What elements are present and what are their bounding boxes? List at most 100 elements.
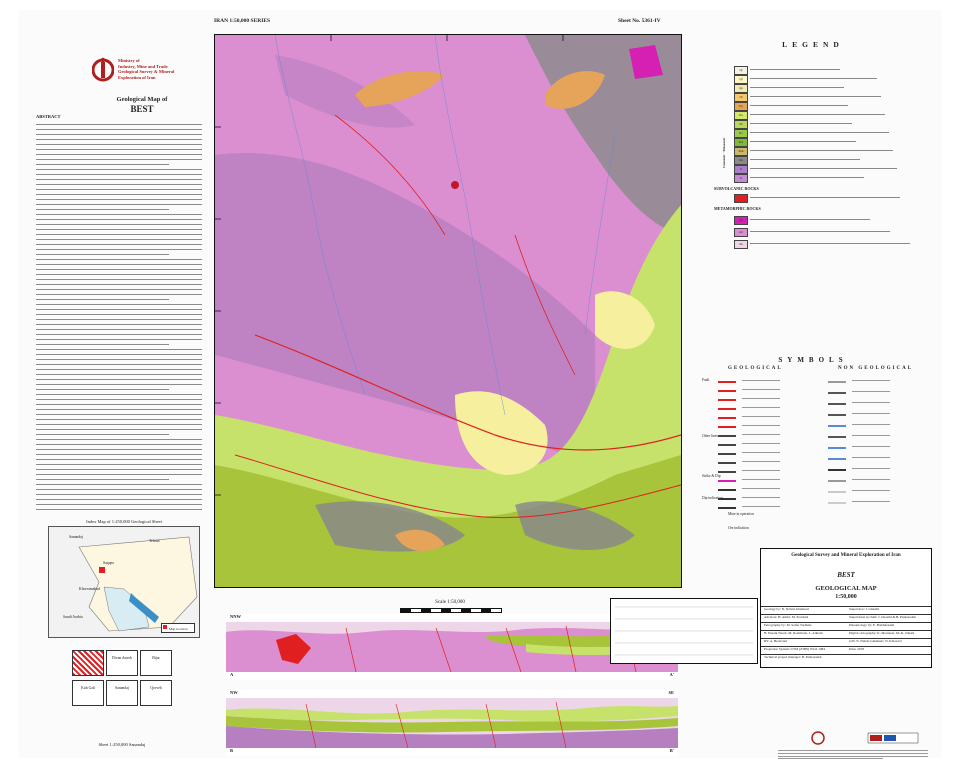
sheet-cell: Bijar	[140, 650, 172, 676]
symbol-desc	[852, 413, 890, 414]
symbol-desc	[852, 402, 890, 403]
section-b-end: B'	[669, 748, 674, 753]
abstract-line	[36, 414, 202, 415]
abstract-line	[36, 419, 202, 420]
gsi-logo-icon	[92, 57, 114, 82]
symbol-line-icon	[718, 444, 736, 446]
cross-section-b: NW SE B B'	[226, 690, 678, 756]
credit-text: Geology by: N. Nabati Ghamsari	[764, 607, 809, 611]
legend-desc	[750, 114, 885, 115]
symbol-desc	[742, 506, 780, 507]
cross-section-b-drawing	[226, 698, 678, 749]
abstract-line	[36, 374, 202, 375]
symbol-desc	[742, 398, 780, 399]
sheet-index-grid: Divan darreh Bijar Kuh Gah Sanandaj Qorv…	[72, 650, 172, 736]
legend-row: Qt	[734, 66, 934, 75]
credit-text: Date: 2018	[849, 647, 864, 651]
abstract-line	[36, 399, 202, 400]
legend: LEGEND Cenozoic · Mesozoic Qt Qf Qa Ol Eg Ks K…	[698, 40, 928, 350]
symbol-desc	[742, 407, 780, 408]
legend-swatch: ms	[734, 240, 748, 249]
symbol-line-icon	[718, 480, 736, 482]
abstract-line	[36, 494, 202, 495]
legend-row: Tr	[734, 174, 934, 183]
symbol-desc	[852, 380, 890, 381]
abstract-line	[36, 359, 202, 360]
symbol-line-icon	[828, 414, 846, 416]
legend-desc	[750, 69, 840, 70]
symbol-line-icon	[828, 502, 846, 504]
symbol-line-icon	[828, 381, 846, 383]
symbols-panel: SYMBOLS GEOLOGICAL NON GEOLOGICAL Fault …	[698, 356, 928, 546]
abstract-line	[36, 379, 202, 380]
left-column: Ministry of Industry, Mine and Trade Geo…	[32, 40, 202, 750]
symbol-line-icon	[718, 408, 736, 410]
legend-swatch: sch	[734, 228, 748, 237]
abstract-line	[36, 259, 202, 260]
abstract-line	[36, 324, 202, 325]
title-block-name: BEST	[837, 571, 855, 579]
abstract-line	[36, 139, 202, 140]
symbol-desc	[742, 479, 780, 480]
symbol-line-icon	[828, 392, 846, 394]
abstract-line	[36, 189, 202, 190]
abstract-line	[36, 344, 169, 345]
subvolcanic-heading: SUBVOLCANIC ROCKS	[714, 186, 759, 191]
abstract-line	[36, 204, 202, 205]
abstract-line	[36, 319, 202, 320]
legend-row: Eg	[734, 102, 934, 111]
index-place: Tehran	[149, 539, 160, 543]
abstract-line	[36, 279, 202, 280]
abstract-line	[36, 164, 169, 165]
abstract-line	[36, 129, 202, 130]
abstract-line	[36, 304, 202, 305]
symbol-line-icon	[718, 453, 736, 455]
legend-row: sch	[734, 228, 934, 237]
symbol-desc	[852, 424, 890, 425]
abstract-line	[36, 199, 202, 200]
legend-swatch: Kv	[734, 129, 748, 138]
other-lines-label: Other lines	[702, 434, 718, 438]
geological-map[interactable]	[214, 34, 682, 588]
abstract-line	[36, 269, 202, 270]
symbol-desc	[852, 435, 890, 436]
symbol-desc	[742, 389, 780, 390]
abstract-line	[36, 309, 202, 310]
map-sheet: Ministry of Industry, Mine and Trade Geo…	[18, 10, 942, 760]
symbol-line-icon	[718, 471, 736, 473]
abstract-heading: ABSTRACT	[36, 114, 61, 119]
abstract-line	[36, 444, 202, 445]
index-map-title: Index Map of 1:250,000 Geological Sheet	[86, 519, 162, 524]
abstract-line	[36, 234, 202, 235]
symbol-desc	[852, 479, 890, 480]
abstract-line	[36, 194, 202, 195]
legend-swatch: Jl	[734, 165, 748, 174]
symbol-desc	[852, 446, 890, 447]
legend-desc	[750, 219, 870, 220]
legend-swatch: Qt	[734, 66, 748, 75]
abstract-line	[36, 334, 202, 335]
abstract-line	[36, 159, 202, 160]
legend-swatch: Kd	[734, 138, 748, 147]
index-legend-text: Map location	[168, 627, 188, 631]
abstract-line	[36, 329, 202, 330]
abstract-line	[36, 449, 202, 450]
legend-row: Ks	[734, 111, 934, 120]
symbol-line-icon	[828, 447, 846, 449]
abstract-line	[36, 429, 202, 430]
legend-desc	[750, 168, 897, 169]
legend-desc	[750, 96, 881, 97]
abstract-line	[36, 474, 202, 475]
legend-desc	[750, 78, 877, 79]
abstract-line	[36, 339, 202, 340]
symbol-desc	[742, 461, 780, 462]
symbol-line-icon	[828, 469, 846, 471]
abstract-line	[36, 499, 202, 500]
sheet-cell: Qorveh	[140, 680, 172, 706]
legend-row: ms	[734, 240, 934, 249]
legend-row: Kl	[734, 120, 934, 129]
legend-swatch: Jsh	[734, 156, 748, 165]
symbol-desc	[852, 468, 890, 469]
symbol-line-icon	[718, 489, 736, 491]
legend-desc	[750, 141, 856, 142]
